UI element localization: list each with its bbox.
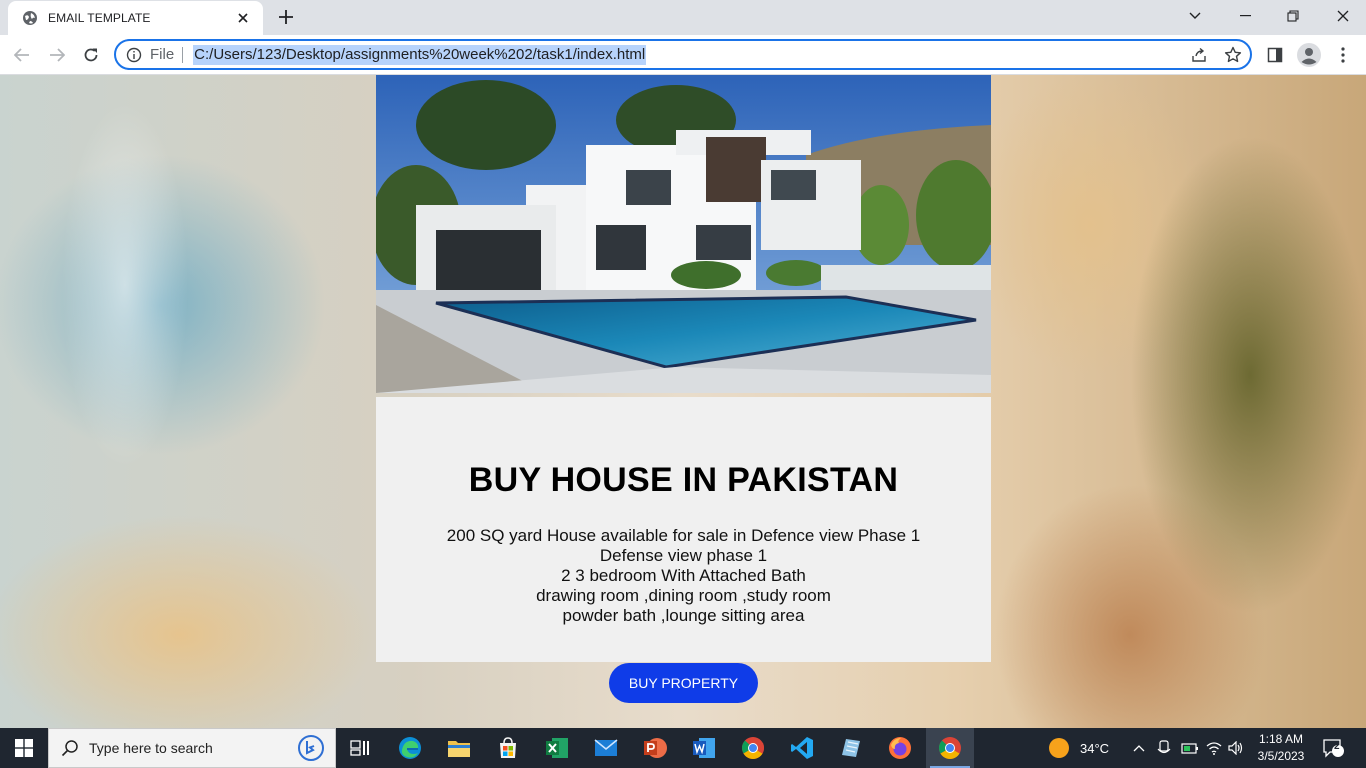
clock-time: 1:18 AM [1258,732,1304,746]
restore-icon[interactable] [1270,0,1316,32]
bookmark-star-icon[interactable] [1219,41,1247,68]
file-explorer-icon[interactable] [435,728,483,768]
close-tab-icon[interactable] [235,10,251,26]
minimize-icon[interactable] [1222,0,1268,32]
url-text[interactable]: C:/Users/123/Desktop/assignments%20week%… [193,44,647,65]
notification-count: 2 [1334,741,1340,752]
windows-taskbar: Type here to search 34°C 1:18 AM 3/5/202… [0,728,1366,768]
tab-search-icon[interactable] [1172,0,1218,32]
edge-icon[interactable] [386,728,434,768]
powerpoint-icon[interactable] [631,728,679,768]
volume-icon[interactable] [1228,728,1244,768]
profile-avatar-icon[interactable] [1295,41,1323,69]
taskbar-search-box[interactable]: Type here to search [48,728,336,768]
search-icon [61,740,78,757]
reload-icon[interactable] [77,41,105,69]
firefox-icon[interactable] [876,728,924,768]
bing-icon[interactable] [297,734,325,762]
info-icon[interactable] [126,47,142,63]
page-viewport: BUY HOUSE IN PAKISTAN 200 SQ yard House … [0,75,1366,728]
word-icon[interactable] [680,728,728,768]
weather-widget[interactable]: 34°C [1048,728,1109,768]
tab-strip: EMAIL TEMPLATE [0,0,1366,35]
globe-icon [23,11,37,25]
windows-start-icon[interactable] [0,728,48,768]
search-placeholder: Type here to search [89,740,213,756]
back-icon[interactable] [8,41,36,69]
weather-temp: 34°C [1080,740,1110,756]
browser-toolbar: File C:/Users/123/Desktop/assignments%20… [0,35,1366,75]
chrome-active-icon[interactable] [926,728,974,768]
notifications-icon[interactable]: 2 [1322,728,1344,768]
tray-chevron-icon[interactable] [1133,728,1145,768]
close-window-icon[interactable] [1320,0,1366,32]
excel-icon[interactable] [533,728,581,768]
buy-property-button[interactable]: BUY PROPERTY [609,663,758,703]
description-line: drawing room ,dining room ,study room [536,586,831,605]
description-line: 2 3 bedroom With Attached Bath [561,566,806,585]
share-icon[interactable] [1185,41,1213,68]
wifi-icon[interactable] [1206,728,1222,768]
scheme-label: File [150,46,184,63]
new-tab-button[interactable] [276,7,296,27]
forward-icon[interactable] [43,41,71,69]
sun-icon [1049,738,1069,758]
microsoft-store-icon[interactable] [484,728,532,768]
description-line: Defense view phase 1 [599,546,768,565]
listing-heading: BUY HOUSE IN PAKISTAN [468,461,899,499]
browser-tab[interactable]: EMAIL TEMPLATE [8,1,263,35]
taskbar-clock[interactable]: 1:18 AM 3/5/2023 [1250,731,1312,765]
meet-now-icon[interactable] [1157,728,1171,768]
clock-date: 3/5/2023 [1257,749,1305,763]
battery-icon[interactable] [1181,728,1199,768]
side-panel-icon[interactable] [1261,41,1289,69]
menu-kebab-icon[interactable] [1329,41,1357,69]
tab-title: EMAIL TEMPLATE [48,11,151,25]
vscode-icon[interactable] [778,728,826,768]
listing-card: BUY HOUSE IN PAKISTAN 200 SQ yard House … [376,397,991,662]
mail-icon[interactable] [582,728,630,768]
description-line: powder bath ,lounge sitting area [562,606,805,625]
listing-description: 200 SQ yard House available for sale in … [376,526,991,626]
house-hero-image [376,75,991,393]
address-bar[interactable]: File C:/Users/123/Desktop/assignments%20… [114,39,1252,70]
chrome-icon[interactable] [729,728,777,768]
notepad-app-icon[interactable] [827,728,875,768]
description-line: 200 SQ yard House available for sale in … [446,526,921,545]
task-view-icon[interactable] [336,728,384,768]
